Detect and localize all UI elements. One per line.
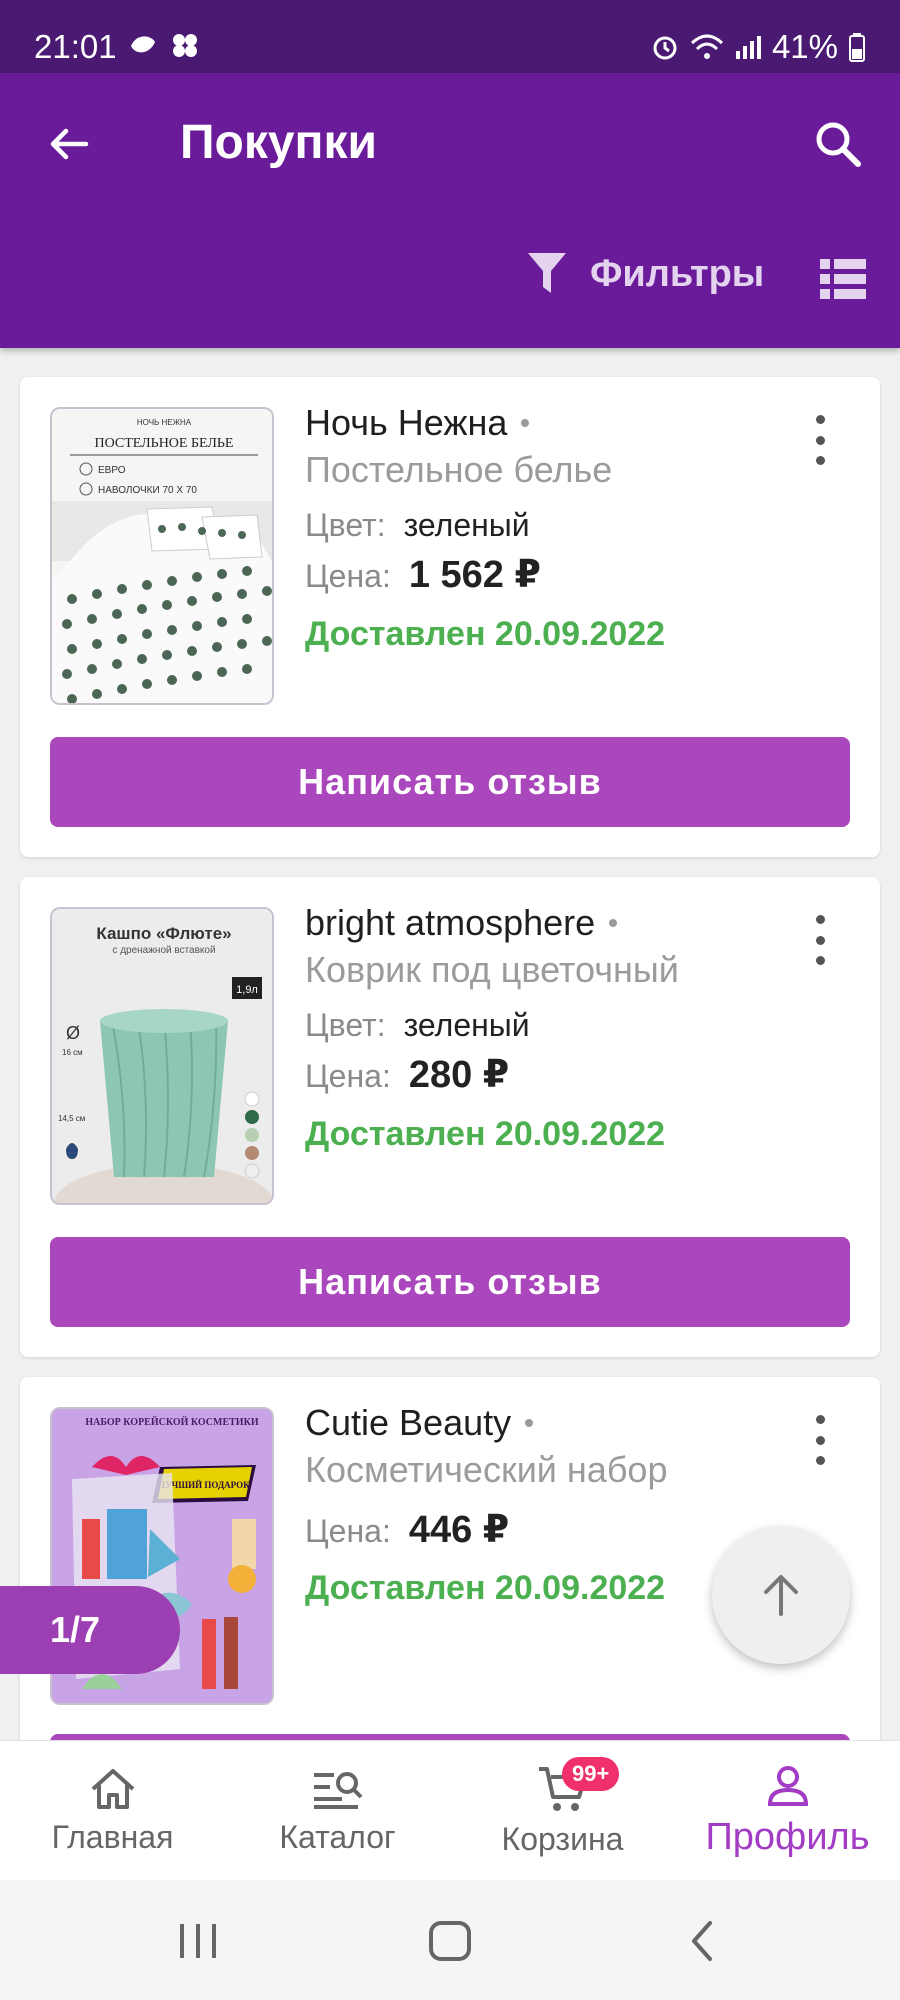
separator-dot xyxy=(521,419,530,427)
product-image[interactable]: Кашпо «Флюте» с дренажной вставкой 1,9л … xyxy=(50,907,274,1205)
order-card[interactable]: Кашпо «Флюте» с дренажной вставкой 1,9л … xyxy=(20,877,880,1357)
image-line2-text: НАВОЛОЧКИ 70 Х 70 xyxy=(98,485,197,496)
planter-product-picture: Кашпо «Флюте» с дренажной вставкой 1,9л … xyxy=(52,909,272,1203)
price-row: Цена: 1 562 ₽ xyxy=(305,552,541,597)
page-indicator: 1/7 xyxy=(0,1586,180,1674)
image-subtitle-text: с дренажной вставкой xyxy=(112,945,215,956)
image-line1-text: ЕВРО xyxy=(98,465,126,476)
price-label: Цена: xyxy=(305,558,391,594)
back-button[interactable] xyxy=(44,118,96,170)
status-bar: 21:01 41% xyxy=(0,0,900,73)
arrow-left-icon xyxy=(50,128,89,160)
price-value: 280 ₽ xyxy=(408,1054,510,1096)
image-title-text: ПОСТЕЛЬНОЕ БЕЛЬЕ xyxy=(95,436,234,451)
home-icon xyxy=(91,1768,134,1809)
color-value: зеленый xyxy=(403,507,530,543)
bottom-navigation: Главная Каталог Корзина 99+ Профиль xyxy=(0,1740,900,1880)
filters-button[interactable]: Фильтры xyxy=(526,251,764,297)
list-view-toggle[interactable] xyxy=(820,259,866,299)
brand-name[interactable]: Cutie Beauty xyxy=(305,1402,511,1444)
back-nav-icon[interactable] xyxy=(688,1920,716,1962)
nav-label: Каталог xyxy=(279,1818,396,1855)
wifi-icon xyxy=(690,34,723,59)
recent-apps-icon[interactable] xyxy=(178,1922,218,1960)
nav-label: Главная xyxy=(51,1818,174,1855)
alarm-icon xyxy=(653,36,677,60)
image-title-text: НАБОР КОРЕЙСКОЙ КОСМЕТИКИ xyxy=(85,1416,258,1428)
more-options-button[interactable] xyxy=(810,415,830,465)
color-label: Цвет: xyxy=(305,507,386,543)
filter-funnel-icon xyxy=(528,253,566,293)
more-options-button[interactable] xyxy=(810,915,830,965)
search-icon xyxy=(816,122,861,167)
notification-icons xyxy=(128,32,200,58)
product-image[interactable]: НОЧЬ НЕЖНА ПОСТЕЛЬНОЕ БЕЛЬЕ ЕВРО НАВОЛОЧ… xyxy=(50,407,274,705)
status-time: 21:01 xyxy=(34,28,117,65)
system-status: 41% xyxy=(650,28,866,66)
diameter-label: 16 см xyxy=(62,1048,83,1057)
nav-item-home[interactable]: Главная xyxy=(0,1741,225,1881)
price-row: Цена: 280 ₽ xyxy=(305,1052,509,1097)
color-value: зеленый xyxy=(403,1007,530,1043)
system-navigation-bar xyxy=(0,1880,900,2000)
brand-row: Ночь Нежна xyxy=(305,402,530,444)
battery-percent: 41% xyxy=(771,28,838,65)
home-button-icon[interactable] xyxy=(428,1920,472,1962)
svg-text:Ø: Ø xyxy=(66,1023,80,1043)
separator-dot xyxy=(609,919,618,927)
product-name[interactable]: Коврик под цветочный xyxy=(305,949,679,991)
color-row: Цвет: зеленый xyxy=(305,507,530,544)
catalog-icon xyxy=(313,1771,362,1809)
color-row: Цвет: зеленый xyxy=(305,1007,530,1044)
image-top-text: НОЧЬ НЕЖНА xyxy=(137,418,192,427)
profile-icon xyxy=(767,1765,808,1806)
brand-name[interactable]: Ночь Нежна xyxy=(305,402,507,444)
brand-row: bright atmosphere xyxy=(305,902,618,944)
page-title: Покупки xyxy=(180,116,378,169)
list-view-icon xyxy=(820,259,866,299)
nav-item-profile[interactable]: Профиль xyxy=(675,1741,900,1881)
nav-label: Корзина xyxy=(501,1820,624,1857)
nav-item-catalog[interactable]: Каталог xyxy=(225,1741,450,1881)
price-label: Цена: xyxy=(305,1058,391,1094)
delivery-status: Доставлен 20.09.2022 xyxy=(305,1115,666,1153)
search-button[interactable] xyxy=(812,118,864,170)
color-label: Цвет: xyxy=(305,1007,386,1043)
signal-icon xyxy=(735,36,761,59)
volume-label: 1,9л xyxy=(236,984,258,996)
cart-badge: 99+ xyxy=(562,1757,620,1791)
price-row: Цена: 446 ₽ xyxy=(305,1507,509,1552)
order-card[interactable]: НОЧЬ НЕЖНА ПОСТЕЛЬНОЕ БЕЛЬЕ ЕВРО НАВОЛОЧ… xyxy=(20,377,880,857)
battery-icon xyxy=(849,33,865,62)
bedding-product-picture: НОЧЬ НЕЖНА ПОСТЕЛЬНОЕ БЕЛЬЕ ЕВРО НАВОЛОЧ… xyxy=(52,409,272,703)
scroll-to-top-button[interactable] xyxy=(712,1526,850,1664)
delivery-status: Доставлен 20.09.2022 xyxy=(305,615,666,653)
leaf-notification-icon xyxy=(131,36,155,53)
write-review-button[interactable]: Написать отзыв xyxy=(50,1237,850,1327)
more-options-button[interactable] xyxy=(810,1415,830,1465)
height-label: 14,5 см xyxy=(58,1114,85,1123)
app-bar: Покупки Фильтры xyxy=(0,73,900,348)
arrow-up-icon xyxy=(764,1575,798,1616)
flower-notification-icon xyxy=(173,34,197,57)
nav-label: Профиль xyxy=(705,1815,870,1858)
image-title-text: Кашпо «Флюте» xyxy=(96,924,231,943)
brand-row: Cutie Beauty xyxy=(305,1402,534,1444)
separator-dot xyxy=(525,1419,534,1427)
price-label: Цена: xyxy=(305,1513,391,1549)
filters-label: Фильтры xyxy=(590,252,765,295)
write-review-button[interactable]: Написать отзыв xyxy=(50,737,850,827)
product-name[interactable]: Косметический набор xyxy=(305,1449,667,1491)
price-value: 1 562 ₽ xyxy=(408,554,541,596)
product-name[interactable]: Постельное белье xyxy=(305,449,612,491)
brand-name[interactable]: bright atmosphere xyxy=(305,902,595,944)
price-value: 446 ₽ xyxy=(408,1509,510,1551)
delivery-status: Доставлен 20.09.2022 xyxy=(305,1569,666,1607)
nav-item-cart[interactable]: Корзина xyxy=(450,1741,675,1881)
